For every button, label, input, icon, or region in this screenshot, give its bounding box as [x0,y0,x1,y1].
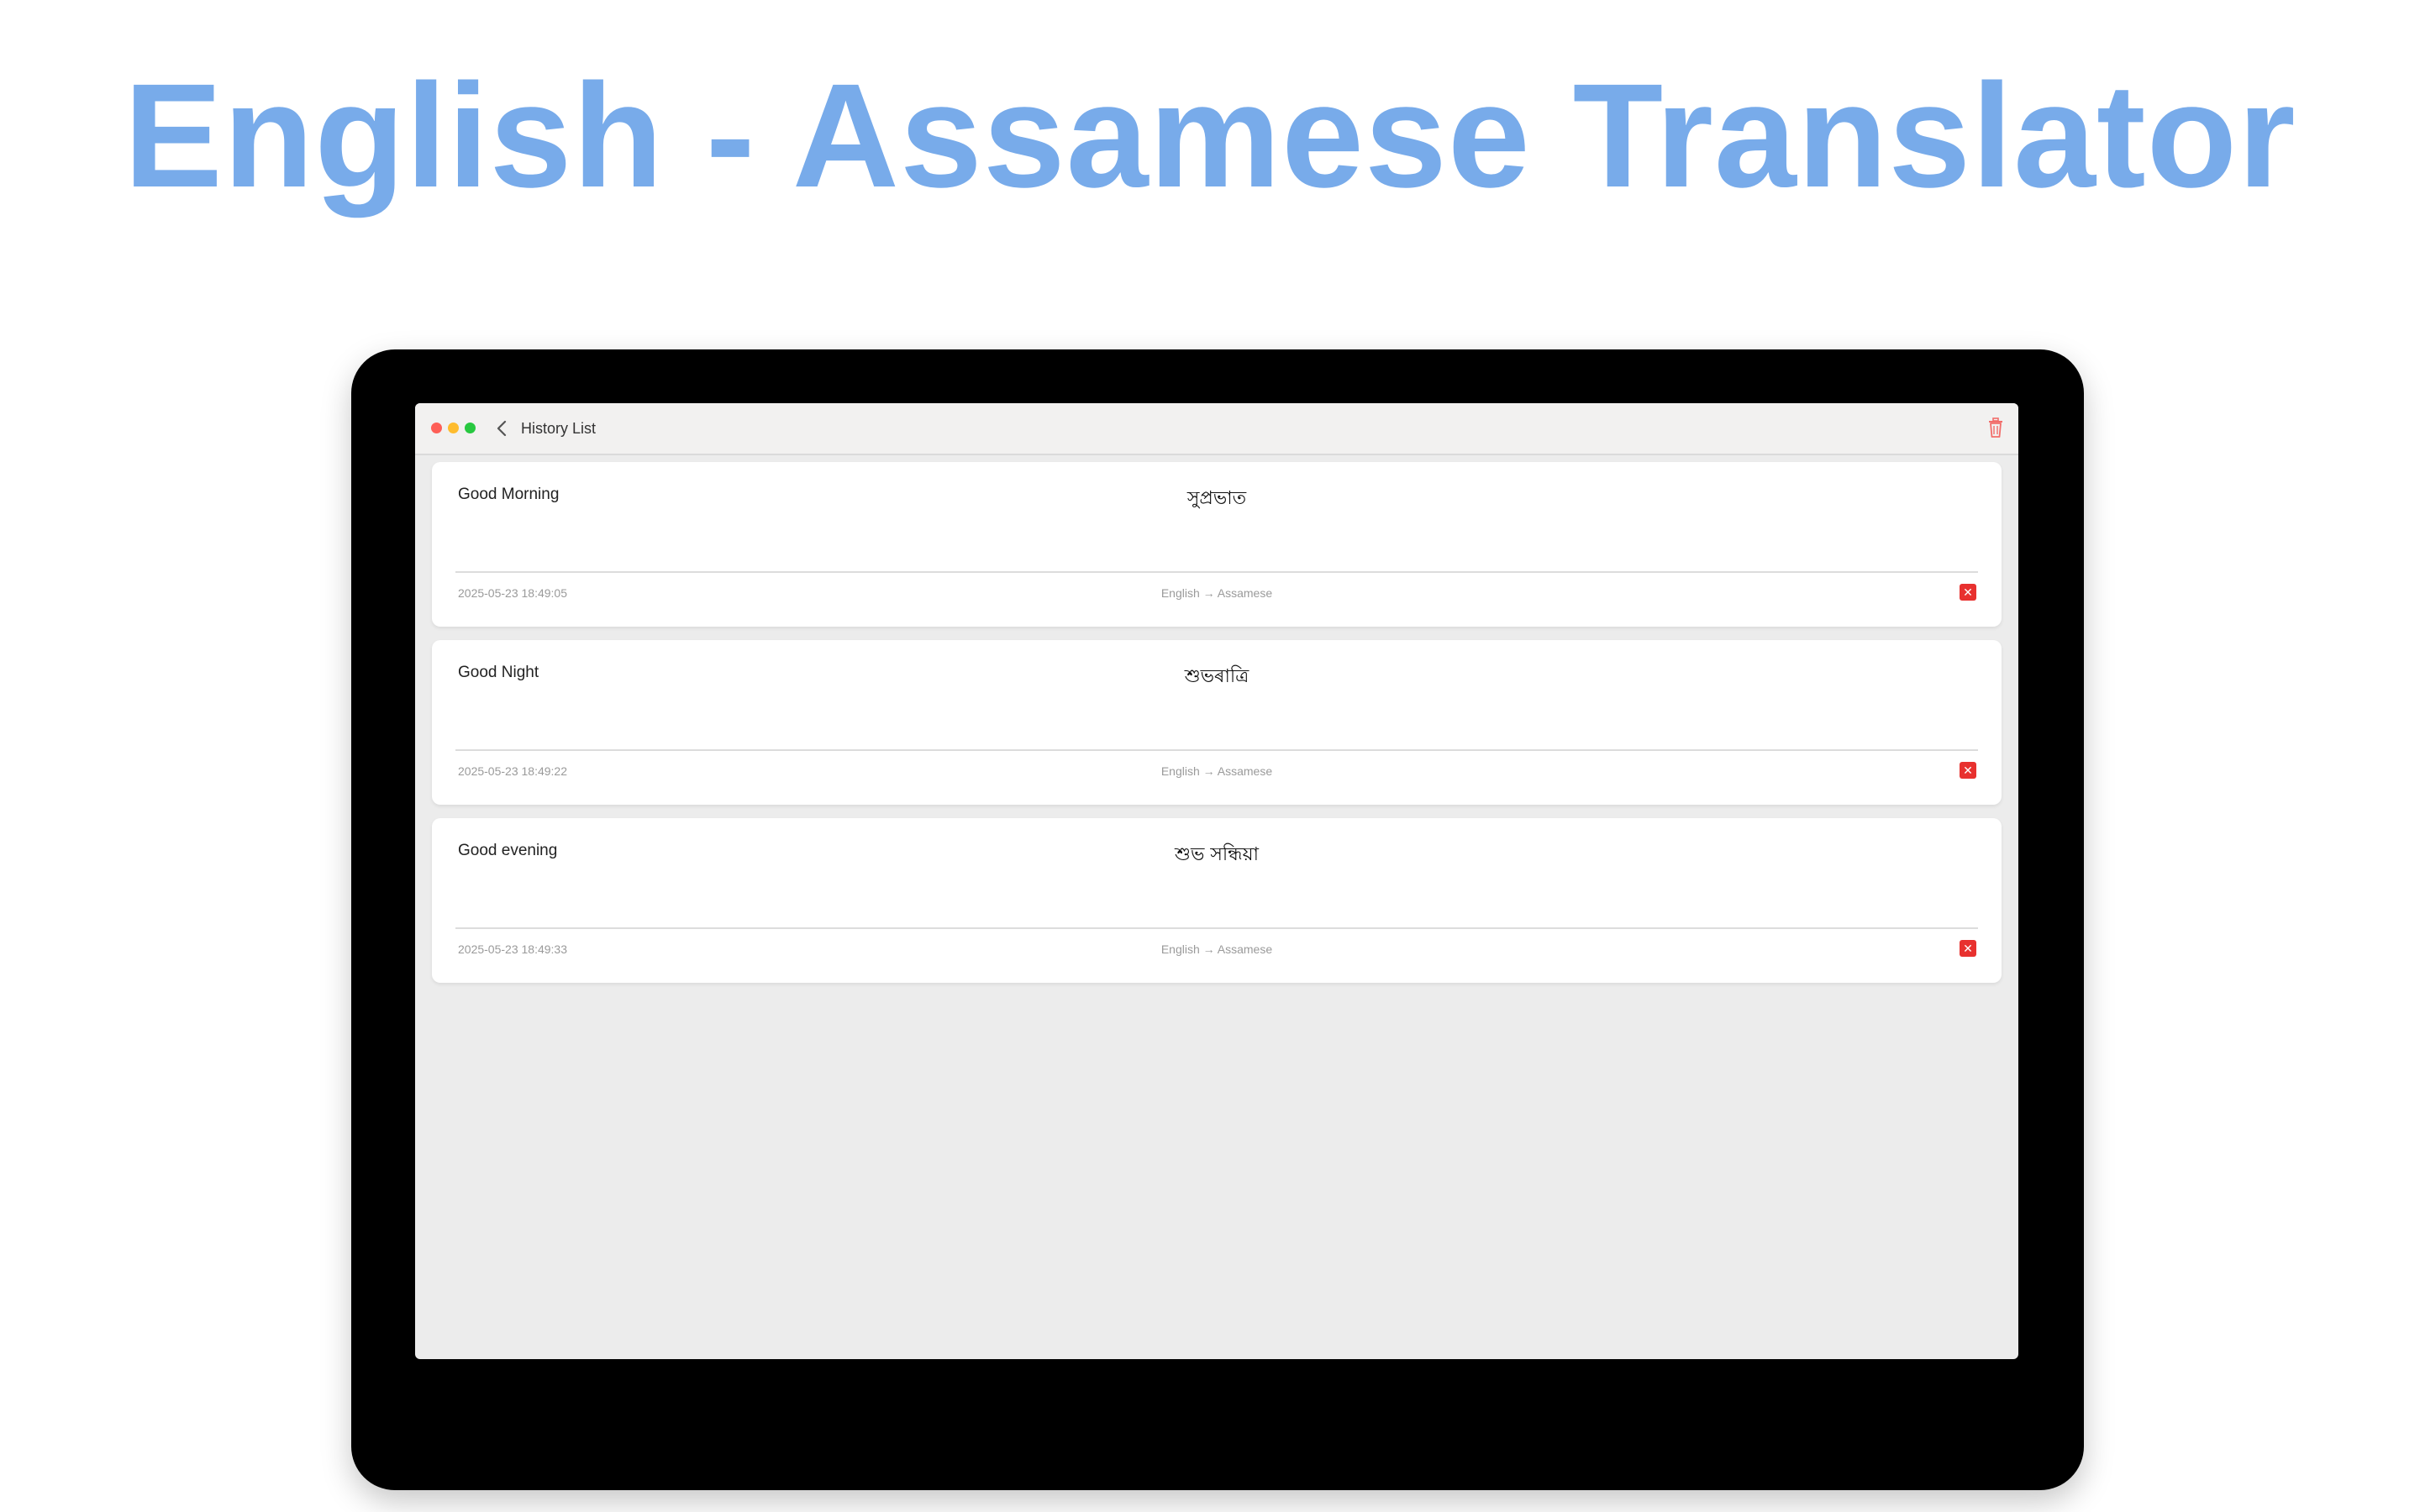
divider [455,749,1978,751]
app-window: History List Good Morning সুপ্ৰভাত 2025-… [415,403,2018,1359]
history-card[interactable]: Good Night শুভৰাত্ৰি 2025-05-23 18:49:22… [432,640,2002,805]
language-direction: English → Assamese [1160,942,1273,956]
history-card[interactable]: Good evening শুভ সন্ধিয়া 2025-05-23 18:… [432,818,2002,983]
history-list: Good Morning সুপ্ৰভাত 2025-05-23 18:49:0… [432,462,2002,996]
delete-entry-button[interactable]: ✕ [1960,762,1976,779]
page-title: History List [521,420,597,437]
headline: English - Assamese Translator [124,54,2296,218]
translated-text: শুভ সন্ধিয়া [1175,844,1259,865]
trash-icon[interactable] [1986,417,2005,438]
translated-text: শুভৰাত্ৰি [1184,666,1249,687]
translated-text: সুপ্ৰভাত [1186,488,1247,509]
language-direction: English → Assamese [1160,586,1273,600]
delete-entry-button[interactable]: ✕ [1960,584,1976,601]
divider [455,571,1978,573]
window-close-button[interactable] [431,423,442,433]
delete-entry-button[interactable]: ✕ [1960,940,1976,957]
divider [455,927,1978,929]
title-bar: History List [415,403,2018,455]
window-zoom-button[interactable] [465,423,476,433]
history-card[interactable]: Good Morning সুপ্ৰভাত 2025-05-23 18:49:0… [432,462,2002,627]
language-direction: English → Assamese [1160,764,1273,778]
chevron-left-icon[interactable] [494,418,509,438]
window-minimize-button[interactable] [448,423,459,433]
